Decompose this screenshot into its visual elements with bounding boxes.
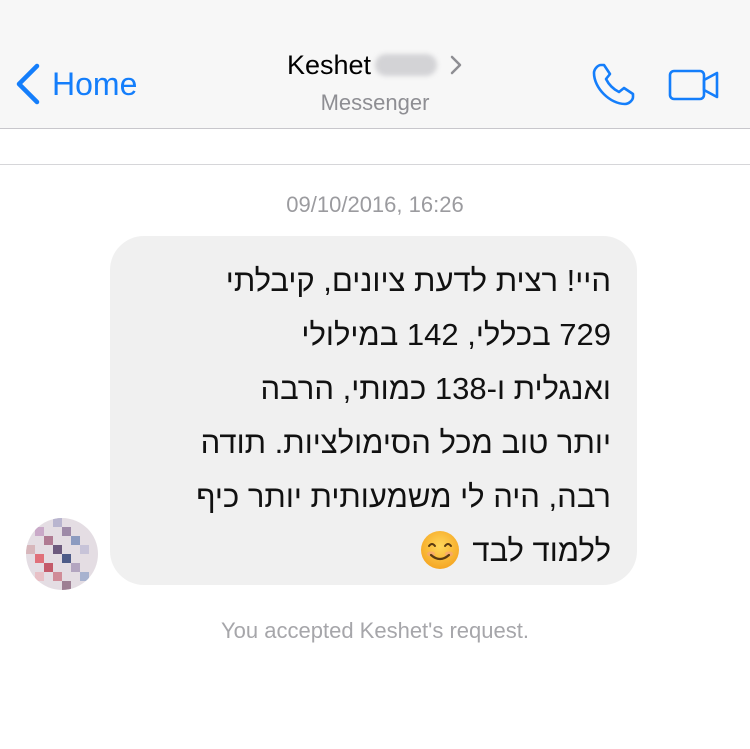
system-notice: You accepted Keshet's request. <box>221 618 529 643</box>
avatar[interactable] <box>26 518 98 590</box>
message-line: רבה, היה לי משמעותית יותר כיף <box>196 479 611 514</box>
message-line: ללמוד לבד <box>472 533 611 568</box>
contact-name: Keshet <box>286 49 372 80</box>
navigation-bar: Home Keshet Messenger <box>0 0 750 129</box>
smiling-face-icon <box>420 530 459 569</box>
message-line: 729 בכללי, 142 במילולי <box>301 317 611 352</box>
back-button[interactable]: Home <box>14 58 137 110</box>
message-text: היי! רצית לדעת ציונים, קיבלתי 729 בכללי,… <box>136 254 611 578</box>
chevron-right-icon <box>450 55 462 75</box>
redacted-surname <box>375 54 438 76</box>
incoming-message-bubble[interactable]: היי! רצית לדעת ציונים, קיבלתי 729 בכללי,… <box>110 236 637 585</box>
video-camera-icon[interactable] <box>668 68 720 102</box>
message-last-line: ללמוד לבד <box>136 524 611 578</box>
conversation-title[interactable]: Keshet Messenger <box>200 46 550 116</box>
message-timestamp: 09/10/2016, 16:26 <box>286 192 464 217</box>
messenger-screen: Home Keshet Messenger 09/10/2016, 16:26 … <box>0 0 750 749</box>
phone-icon[interactable] <box>590 62 636 108</box>
message-line: יותר טוב מכל הסימולציות. תודה <box>200 425 611 460</box>
message-line: ואנגלית ו-138 כמותי, הרבה <box>260 371 611 406</box>
back-label: Home <box>52 65 138 102</box>
message-line: היי! רצית לדעת ציונים, קיבלתי <box>225 263 611 298</box>
divider <box>0 164 750 165</box>
chevron-left-icon <box>16 63 40 105</box>
conversation-subtitle: Messenger <box>320 90 430 115</box>
